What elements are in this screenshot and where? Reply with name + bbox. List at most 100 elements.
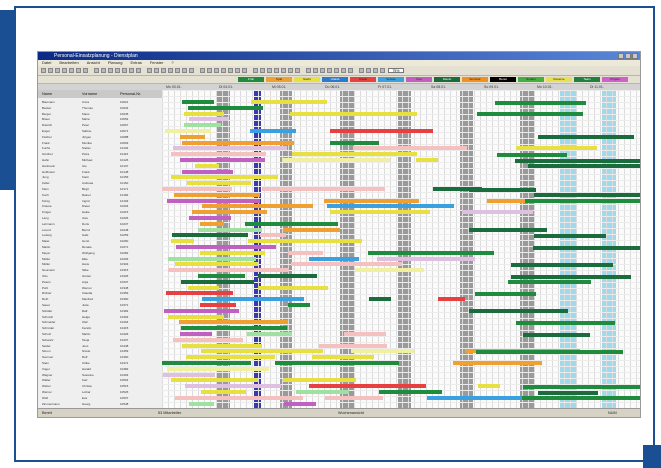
list-item[interactable]: Koch Rainer 10182 <box>38 193 162 197</box>
zoom-select[interactable]: 75% <box>388 68 404 73</box>
list-item[interactable]: Fuchs Stefan 10104 <box>38 146 162 150</box>
shift-bar[interactable] <box>514 158 640 163</box>
shift-bar[interactable] <box>188 285 219 290</box>
shift-bar[interactable] <box>195 163 220 168</box>
redo-icon[interactable] <box>253 68 258 73</box>
shift-bar[interactable] <box>510 262 614 267</box>
shift-bar[interactable] <box>262 187 385 191</box>
list-item[interactable]: Sommer Rolf 10460 <box>38 355 162 359</box>
maximize-icon[interactable] <box>625 53 631 59</box>
list-item[interactable]: Vogel Harald 10482 <box>38 367 162 371</box>
shift-bar[interactable] <box>186 181 252 186</box>
shift-bar[interactable] <box>170 239 195 244</box>
chart-icon[interactable] <box>320 68 325 73</box>
person-icon[interactable] <box>154 68 159 73</box>
list-item[interactable]: Seidel Jens 10448 <box>38 344 162 348</box>
sort-icon[interactable] <box>267 68 272 73</box>
shift-bar[interactable] <box>174 395 303 400</box>
shift-bar[interactable] <box>522 384 640 389</box>
shift-bar[interactable] <box>201 204 313 209</box>
shift-bar[interactable] <box>522 332 590 337</box>
shift-bar[interactable] <box>329 129 434 133</box>
group-icon[interactable] <box>161 68 166 73</box>
list-item[interactable]: Becker Thomas 10034 <box>38 106 162 110</box>
shift-bar[interactable] <box>352 146 468 151</box>
list-item[interactable]: Schäfer Ralf 10382 <box>38 309 162 313</box>
shift-bar[interactable] <box>282 227 341 232</box>
shift-bar[interactable] <box>188 117 228 122</box>
shift-bar[interactable] <box>257 285 329 290</box>
column-first-name[interactable]: Vorname <box>82 90 97 98</box>
list-item[interactable]: Hoffmann Frank 10148 <box>38 170 162 174</box>
shift-bar[interactable] <box>275 361 400 365</box>
shift-bar[interactable] <box>162 361 251 365</box>
close-icon[interactable] <box>632 53 638 59</box>
shift-bar[interactable] <box>288 303 310 307</box>
list-item[interactable]: Klein Birgit 10171 <box>38 187 162 191</box>
shift-bar[interactable] <box>164 308 239 313</box>
shift-bar[interactable] <box>178 320 289 325</box>
shift-bar[interactable] <box>522 396 640 401</box>
undo-icon[interactable] <box>242 68 247 73</box>
calendar-icon[interactable] <box>147 68 152 73</box>
shift-bar[interactable] <box>468 187 537 192</box>
shift-bar[interactable] <box>165 129 212 133</box>
list-item[interactable]: Maier Horst 10260 <box>38 239 162 243</box>
shift-bar[interactable] <box>528 164 640 169</box>
shift-bar[interactable] <box>247 332 293 336</box>
shift-bar[interactable] <box>475 291 536 296</box>
shift-bar[interactable] <box>192 210 268 215</box>
shift-bar[interactable] <box>475 349 624 354</box>
shift-bar[interactable] <box>468 228 547 233</box>
help-icon[interactable] <box>182 68 187 73</box>
list-item[interactable]: Lehmann Doris 10237 <box>38 222 162 226</box>
shift-bar[interactable] <box>185 355 275 360</box>
save-icon[interactable] <box>55 68 60 73</box>
shift-bar[interactable] <box>327 204 455 209</box>
shift-bar[interactable] <box>296 390 349 394</box>
shift-bar[interactable] <box>180 279 254 284</box>
shift-bar[interactable] <box>249 129 296 133</box>
list-item[interactable]: Simon Nicole 10459 <box>38 349 162 353</box>
shift-bar[interactable] <box>324 198 419 203</box>
shift-bar[interactable] <box>181 140 295 145</box>
find-icon[interactable] <box>122 68 127 73</box>
shift-bar[interactable] <box>171 175 279 180</box>
shift-bar[interactable] <box>245 221 338 226</box>
list-item[interactable]: Stein Ulrike 10471 <box>38 361 162 365</box>
list-item[interactable]: Wolf Eva 10537 <box>38 396 162 400</box>
list-item[interactable]: Schröder Kerstin 10415 <box>38 326 162 330</box>
shift-bar[interactable] <box>181 343 263 348</box>
shift-bar[interactable] <box>248 239 362 244</box>
group-icon[interactable] <box>313 68 318 73</box>
zoom-in-icon[interactable] <box>129 68 134 73</box>
shift-bar[interactable] <box>181 169 233 174</box>
shift-bar[interactable] <box>283 401 317 406</box>
shift-bar[interactable] <box>507 280 592 285</box>
list-item[interactable]: Wagner Susanne 10493 <box>38 373 162 377</box>
minimize-icon[interactable] <box>618 53 624 59</box>
list-item[interactable]: Krause Dieter 10204 <box>38 204 162 208</box>
save-icon[interactable] <box>207 68 212 73</box>
shift-bar[interactable] <box>367 250 494 255</box>
new-icon[interactable] <box>41 68 46 73</box>
list-item[interactable]: Schwarz Tanja 10437 <box>38 338 162 342</box>
shift-bar[interactable] <box>188 105 264 110</box>
shift-bar[interactable] <box>180 158 265 162</box>
list-item[interactable]: Richter Claudia 10359 <box>38 291 162 295</box>
shift-bar[interactable] <box>162 372 216 377</box>
copy-icon[interactable] <box>380 68 385 73</box>
shift-bar[interactable] <box>250 100 327 104</box>
find-icon[interactable] <box>274 68 279 73</box>
shift-bar[interactable] <box>201 297 305 302</box>
shift-bar[interactable] <box>197 274 245 278</box>
shift-bar[interactable] <box>175 245 277 249</box>
list-item[interactable]: Hahn Michael 10126 <box>38 158 162 162</box>
list-item[interactable]: Müller Hans 10304 <box>38 262 162 266</box>
shift-bar[interactable] <box>162 187 232 191</box>
save-icon[interactable] <box>359 68 364 73</box>
shift-bar[interactable] <box>171 378 259 383</box>
new-icon[interactable] <box>341 68 346 73</box>
cut-icon[interactable] <box>373 68 378 73</box>
shift-bar[interactable] <box>181 100 215 104</box>
